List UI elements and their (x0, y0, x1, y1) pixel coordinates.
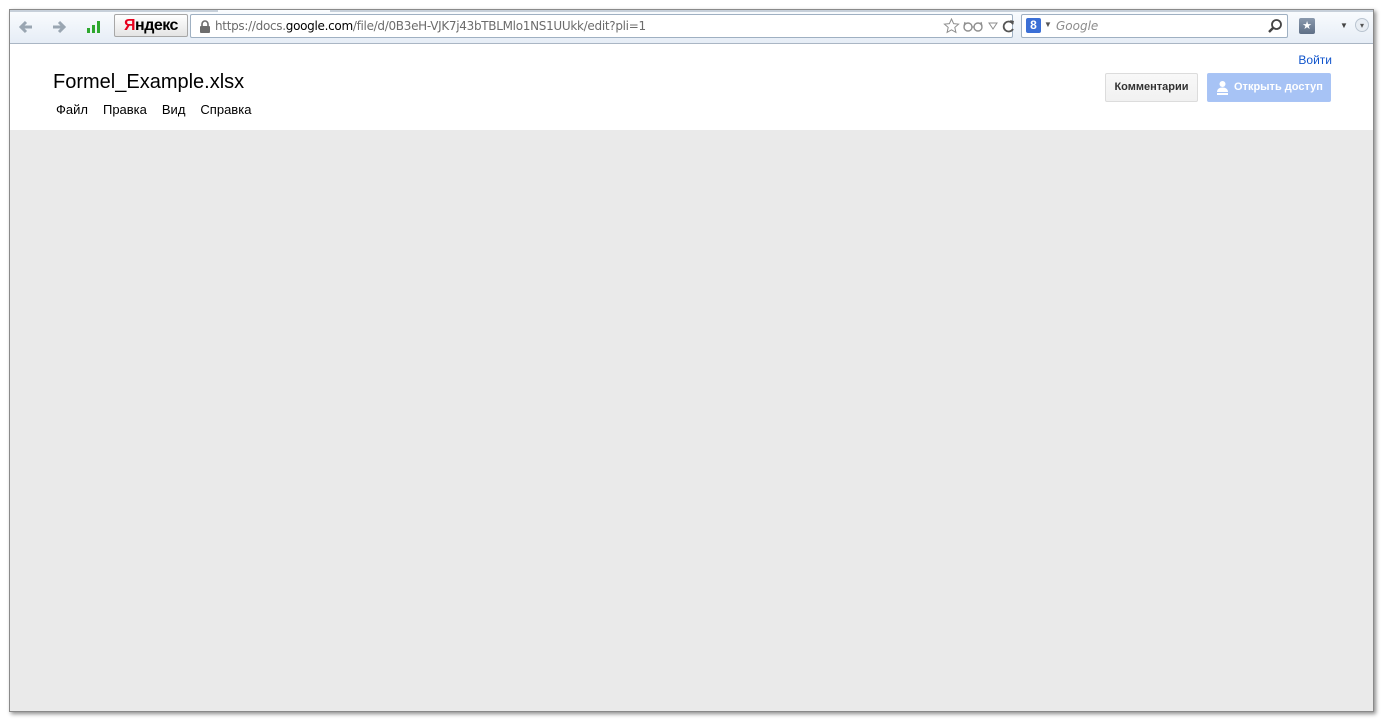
forward-arrow-icon[interactable] (49, 17, 69, 37)
lock-icon (200, 20, 210, 33)
url-scheme: https:// (215, 19, 256, 33)
share-button[interactable]: Открыть доступ (1207, 73, 1331, 102)
docs-header: Formel_Example.xlsx Файл Правка Вид Справка… (10, 44, 1373, 130)
reload-icon[interactable] (1002, 18, 1016, 34)
browser-window: Яндекс https://docs.google.com/file/d/0B… (9, 9, 1374, 712)
app-menu-icon[interactable]: ▾ (1355, 18, 1369, 32)
url-host: google.com (285, 19, 353, 33)
signal-bars-icon[interactable] (84, 17, 104, 37)
menu-item-help[interactable]: Справка (199, 101, 252, 118)
google-icon[interactable]: 8 (1026, 18, 1041, 33)
search-engine-caret-icon[interactable]: ▼ (1044, 20, 1052, 29)
address-bar[interactable]: https://docs.google.com/file/d/0B3eH-VJK… (190, 14, 1016, 38)
bookmarks-icon[interactable]: ★ (1299, 18, 1315, 34)
magnifier-icon[interactable] (1267, 18, 1283, 34)
menu-item-file[interactable]: Файл (55, 101, 89, 118)
sign-in-link[interactable]: Войти (1298, 53, 1332, 67)
url-host-prefix: docs. (255, 19, 286, 33)
comments-button[interactable]: Комментарии (1105, 73, 1198, 102)
menu-item-view[interactable]: Вид (161, 101, 187, 118)
menu-caret-icon[interactable]: ▼ (1340, 21, 1348, 30)
search-bar[interactable]: 8 ▼ (1021, 14, 1288, 38)
yandex-logo-rest: ндекс (135, 17, 178, 34)
back-arrow-icon[interactable] (16, 17, 36, 37)
document-canvas (10, 130, 1373, 711)
menu-item-edit[interactable]: Правка (102, 101, 148, 118)
yandex-button[interactable]: Яндекс (114, 14, 188, 37)
url-text: https://docs.google.com/file/d/0B3eH-VJK… (215, 19, 646, 33)
search-input[interactable] (1056, 17, 1261, 35)
tab-strip (10, 10, 218, 12)
star-icon[interactable] (943, 17, 960, 34)
tab-strip (330, 10, 1373, 12)
share-button-label: Открыть доступ (1234, 81, 1323, 93)
browser-toolbar: Яндекс https://docs.google.com/file/d/0B… (10, 10, 1373, 44)
reader-glasses-icon[interactable] (963, 18, 983, 34)
dropdown-triangle-icon[interactable] (988, 18, 998, 34)
menu-bar: Файл Правка Вид Справка (55, 101, 265, 119)
yandex-logo-first-letter: Я (124, 17, 136, 34)
url-path: /file/d/0B3eH-VJK7j43bTBLMlo1NS1UUkk/edi… (352, 19, 646, 33)
page-title[interactable]: Formel_Example.xlsx (53, 71, 244, 94)
share-person-icon (1217, 81, 1228, 95)
